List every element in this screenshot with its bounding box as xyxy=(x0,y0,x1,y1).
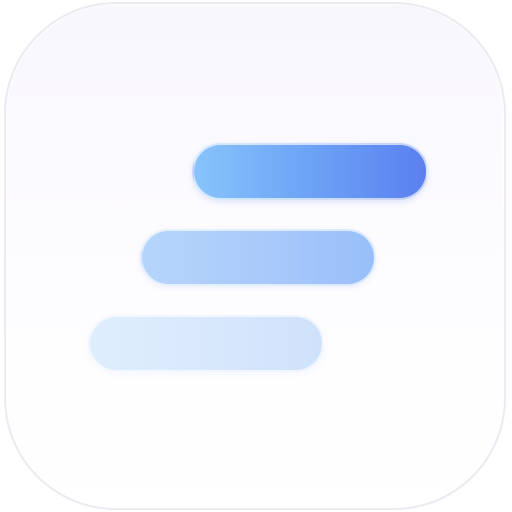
top-bar-icon xyxy=(192,143,428,200)
middle-bar-icon xyxy=(140,229,376,286)
bottom-bar-icon xyxy=(88,315,324,372)
app-icon xyxy=(4,2,506,510)
